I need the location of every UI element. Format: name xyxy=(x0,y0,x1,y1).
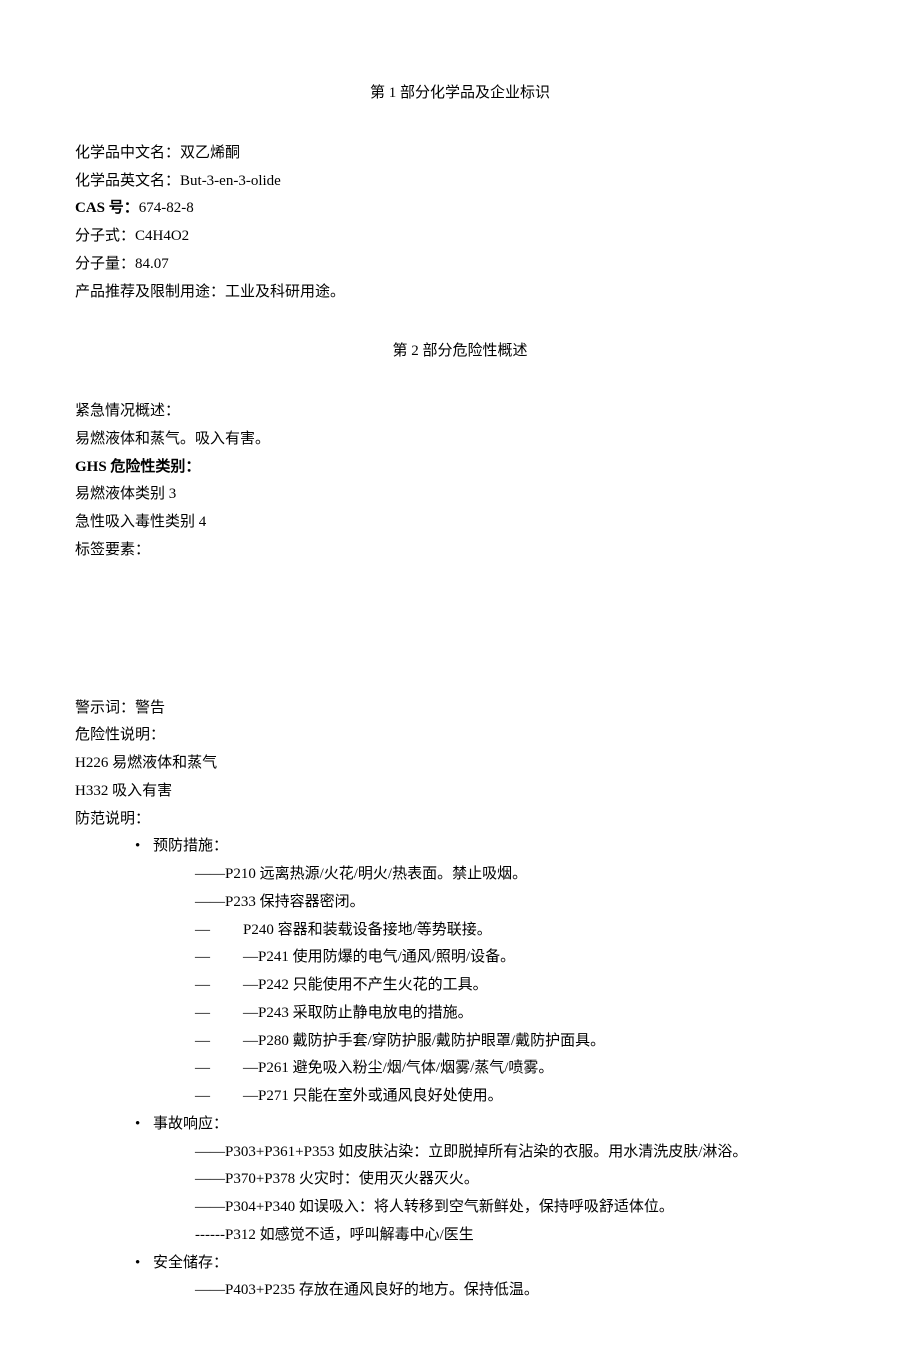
bullet-icon: • xyxy=(135,833,153,861)
weight-value: 84.07 xyxy=(135,256,169,272)
bullet-icon: • xyxy=(135,1111,153,1139)
usage-value: 工业及科研用途。 xyxy=(225,284,345,300)
usage-label: 产品推荐及限制用途： xyxy=(75,284,225,300)
p240: P240 容器和装载设备接地/等势联接。 xyxy=(243,922,492,938)
signal-label: 警示词： xyxy=(75,700,135,716)
p243-dash: — xyxy=(195,1000,243,1028)
bullet-icon: • xyxy=(135,1250,153,1278)
p370: ——P370+P378 火灾时：使用灭火器灭火。 xyxy=(75,1166,845,1194)
p271-row: ——P271 只能在室外或通风良好处使用。 xyxy=(75,1083,845,1111)
response-bullet: • 事故响应： xyxy=(75,1111,845,1139)
cas-label: CAS 号： xyxy=(75,200,139,216)
formula-value: C4H4O2 xyxy=(135,228,189,244)
emergency-text: 易燃液体和蒸气。吸入有害。 xyxy=(75,426,845,454)
hazard-h226: H226 易燃液体和蒸气 xyxy=(75,750,845,778)
p233: ——P233 保持容器密闭。 xyxy=(75,889,845,917)
en-name-label: 化学品英文名： xyxy=(75,173,180,189)
cn-name-row: 化学品中文名：双乙烯酮 xyxy=(75,140,845,168)
p241-dash: — xyxy=(195,944,243,972)
label-elements: 标签要素： xyxy=(75,537,845,565)
p242-dash: — xyxy=(195,972,243,1000)
emergency-label: 紧急情况概述： xyxy=(75,398,845,426)
ghs-cat1: 易燃液体类别 3 xyxy=(75,481,845,509)
ghs-label: GHS 危险性类别： xyxy=(75,454,845,482)
weight-label: 分子量： xyxy=(75,256,135,272)
weight-row: 分子量：84.07 xyxy=(75,251,845,279)
section-2-title: 第 2 部分危险性概述 xyxy=(75,338,845,366)
ghs-cat2: 急性吸入毒性类别 4 xyxy=(75,509,845,537)
p240-dash: — xyxy=(195,917,243,945)
p243: —P243 采取防止静电放电的措施。 xyxy=(243,1005,473,1021)
p271-dash: — xyxy=(195,1083,243,1111)
p261: —P261 避免吸入粉尘/烟/气体/烟雾/蒸气/喷雾。 xyxy=(243,1060,553,1076)
en-name-value: But-3-en-3-olide xyxy=(180,173,281,189)
p280: —P280 戴防护手套/穿防护服/戴防护眼罩/戴防护面具。 xyxy=(243,1033,605,1049)
p243-row: ——P243 采取防止静电放电的措施。 xyxy=(75,1000,845,1028)
p241-row: ——P241 使用防爆的电气/通风/照明/设备。 xyxy=(75,944,845,972)
p210: ——P210 远离热源/火花/明火/热表面。禁止吸烟。 xyxy=(75,861,845,889)
formula-label: 分子式： xyxy=(75,228,135,244)
signal-row: 警示词：警告 xyxy=(75,695,845,723)
p240-row: —P240 容器和装载设备接地/等势联接。 xyxy=(75,917,845,945)
formula-row: 分子式：C4H4O2 xyxy=(75,223,845,251)
p280-dash: — xyxy=(195,1028,243,1056)
section-2-body: 紧急情况概述： 易燃液体和蒸气。吸入有害。 GHS 危险性类别： 易燃液体类别 … xyxy=(75,398,845,1305)
prevention-title: 预防措施： xyxy=(153,833,845,861)
signal-value: 警告 xyxy=(135,700,165,716)
section-1-title: 第 1 部分化学品及企业标识 xyxy=(75,80,845,108)
en-name-row: 化学品英文名：But-3-en-3-olide xyxy=(75,168,845,196)
p303: ——P303+P361+P353 如皮肤沾染：立即脱掉所有沾染的衣服。用水清洗皮… xyxy=(75,1139,845,1167)
p280-row: ——P280 戴防护手套/穿防护服/戴防护眼罩/戴防护面具。 xyxy=(75,1028,845,1056)
pictogram-spacer xyxy=(75,565,845,695)
cas-value: 674-82-8 xyxy=(139,200,194,216)
cn-name-value: 双乙烯酮 xyxy=(180,145,240,161)
p271: —P271 只能在室外或通风良好处使用。 xyxy=(243,1088,503,1104)
p304: ——P304+P340 如误吸入：将人转移到空气新鲜处，保持呼吸舒适体位。 xyxy=(75,1194,845,1222)
p242: —P242 只能使用不产生火花的工具。 xyxy=(243,977,488,993)
section-1-body: 化学品中文名：双乙烯酮 化学品英文名：But-3-en-3-olide CAS … xyxy=(75,140,845,307)
usage-row: 产品推荐及限制用途：工业及科研用途。 xyxy=(75,279,845,307)
p242-row: ——P242 只能使用不产生火花的工具。 xyxy=(75,972,845,1000)
storage-bullet: • 安全储存： xyxy=(75,1250,845,1278)
p261-row: ——P261 避免吸入粉尘/烟/气体/烟雾/蒸气/喷雾。 xyxy=(75,1055,845,1083)
storage-title: 安全储存： xyxy=(153,1250,845,1278)
p312: ------P312 如感觉不适，呼叫解毒中心/医生 xyxy=(75,1222,845,1250)
precaution-label: 防范说明： xyxy=(75,806,845,834)
response-title: 事故响应： xyxy=(153,1111,845,1139)
hazard-label: 危险性说明： xyxy=(75,722,845,750)
cas-row: CAS 号：674-82-8 xyxy=(75,195,845,223)
prevention-bullet: • 预防措施： xyxy=(75,833,845,861)
p241: —P241 使用防爆的电气/通风/照明/设备。 xyxy=(243,949,515,965)
p261-dash: — xyxy=(195,1055,243,1083)
hazard-h332: H332 吸入有害 xyxy=(75,778,845,806)
cn-name-label: 化学品中文名： xyxy=(75,145,180,161)
